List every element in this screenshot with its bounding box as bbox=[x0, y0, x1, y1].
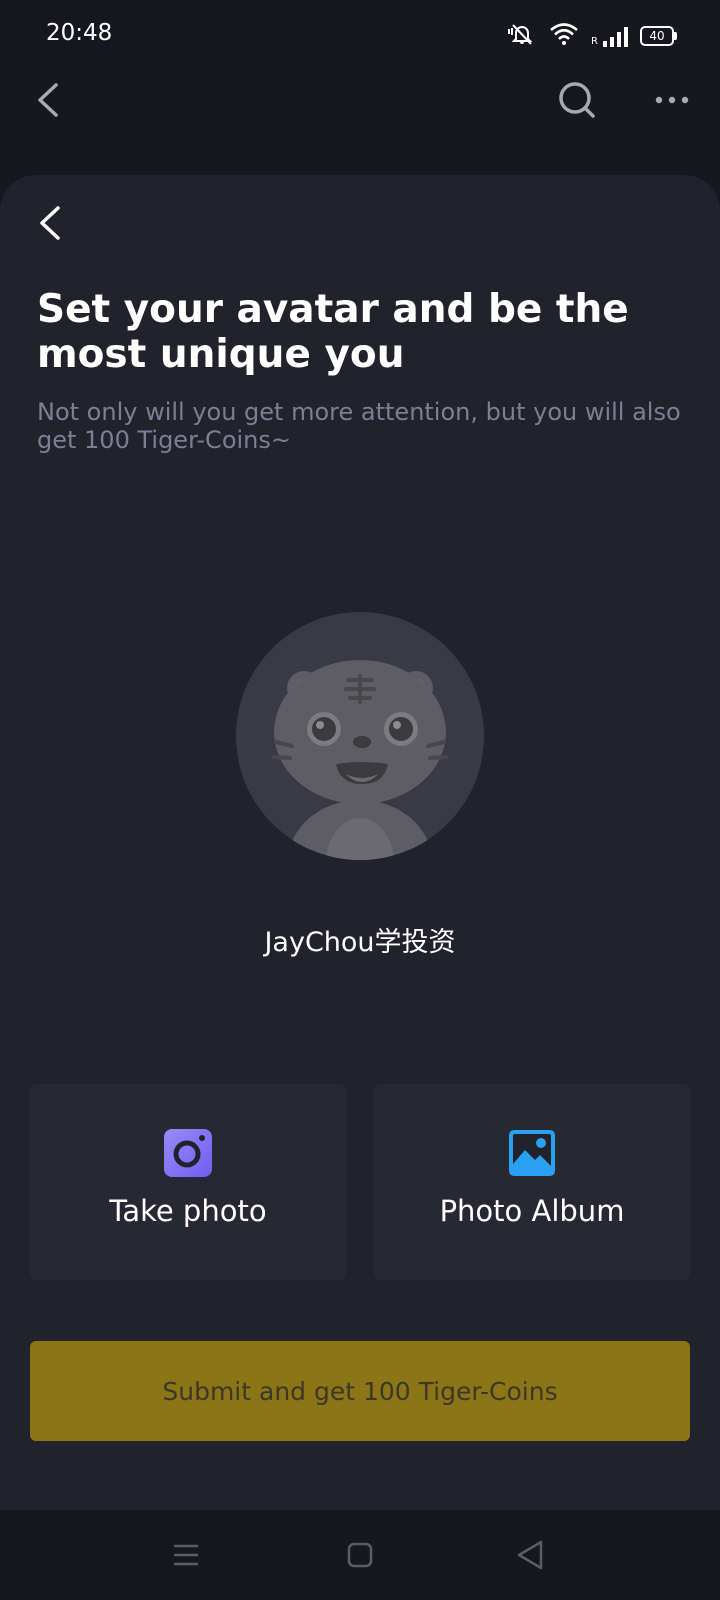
home-button[interactable] bbox=[340, 1535, 380, 1575]
image-icon bbox=[509, 1130, 555, 1176]
back-triangle-icon bbox=[517, 1540, 543, 1570]
back-button[interactable] bbox=[26, 78, 70, 122]
take-photo-button[interactable]: Take photo bbox=[30, 1084, 346, 1280]
wifi-icon bbox=[549, 22, 579, 50]
network-label: R bbox=[591, 36, 598, 47]
menu-icon bbox=[174, 1544, 198, 1566]
status-bar: 20:48 R 40 bbox=[0, 0, 720, 70]
home-icon bbox=[347, 1542, 373, 1568]
sheet-back-button[interactable] bbox=[28, 201, 72, 245]
avatar-sheet: Set your avatar and be the most unique y… bbox=[0, 175, 720, 1510]
search-icon bbox=[559, 82, 595, 118]
submit-button[interactable]: Submit and get 100 Tiger-Coins bbox=[30, 1341, 690, 1441]
top-nav bbox=[0, 70, 720, 130]
signal-icon: R bbox=[591, 25, 628, 47]
system-nav-bar bbox=[0, 1510, 720, 1600]
avatar[interactable] bbox=[236, 612, 484, 860]
more-icon bbox=[655, 96, 689, 104]
page-title: Set your avatar and be the most unique y… bbox=[37, 287, 629, 377]
system-back-button[interactable] bbox=[510, 1535, 550, 1575]
battery-icon: 40 bbox=[640, 26, 677, 46]
camera-icon bbox=[164, 1129, 212, 1177]
mute-bell-icon bbox=[507, 22, 537, 50]
photo-album-label: Photo Album bbox=[439, 1194, 625, 1228]
menu-button[interactable] bbox=[166, 1535, 206, 1575]
search-button[interactable] bbox=[555, 78, 599, 122]
back-icon bbox=[38, 83, 58, 117]
username: JayChou学投资 bbox=[264, 927, 456, 958]
status-time: 20:48 bbox=[46, 20, 113, 46]
back-icon bbox=[40, 206, 60, 240]
screen: 20:48 R 40 Set your avatar and be the mo… bbox=[0, 0, 720, 1600]
tiger-avatar-icon bbox=[272, 660, 448, 860]
status-icons: R 40 bbox=[507, 22, 677, 50]
photo-album-button[interactable]: Photo Album bbox=[374, 1084, 690, 1280]
more-button[interactable] bbox=[650, 78, 694, 122]
take-photo-label: Take photo bbox=[109, 1194, 267, 1228]
page-subtitle: Not only will you get more attention, bu… bbox=[37, 398, 681, 454]
